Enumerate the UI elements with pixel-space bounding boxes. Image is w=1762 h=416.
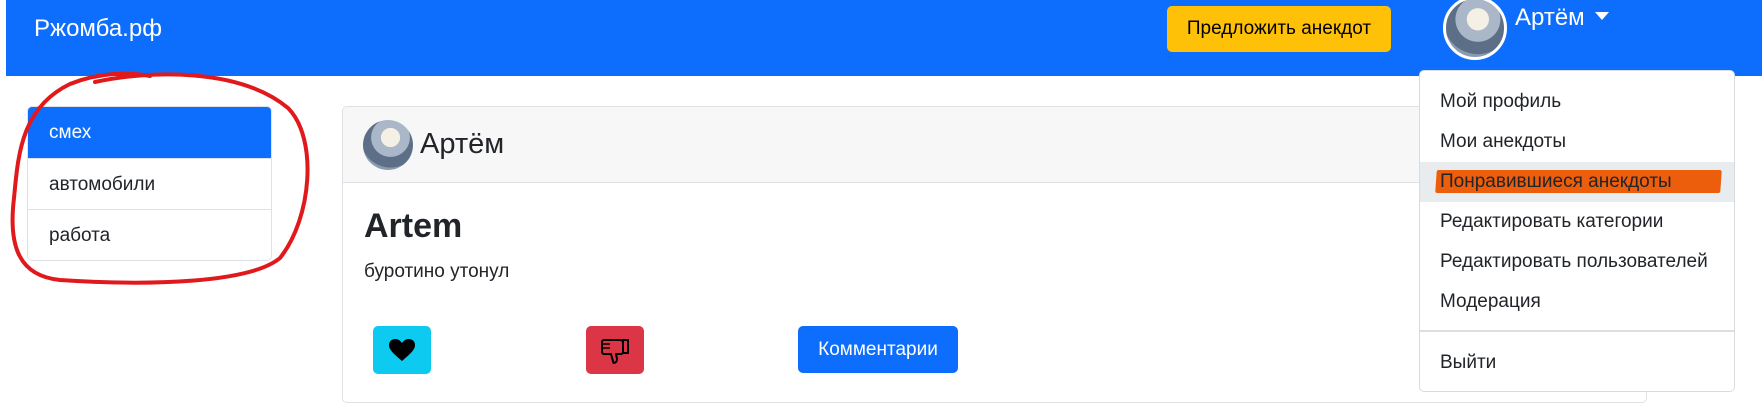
menu-item-moderation[interactable]: Модерация	[1420, 282, 1734, 322]
joke-author: Артём	[420, 128, 505, 160]
menu-item-label: Понравившиеся анекдоты	[1440, 171, 1672, 192]
author-avatar	[363, 119, 413, 170]
navbar: Ржомба.рф Предложить анекдот Артём	[6, 0, 1762, 76]
user-dropdown-menu: Мой профиль Мои анекдоты Понравившиеся а…	[1419, 70, 1735, 392]
like-button[interactable]	[373, 326, 431, 374]
menu-item-label: Редактировать категории	[1440, 211, 1664, 232]
category-item-laugh[interactable]: смех	[28, 107, 271, 158]
heart-icon	[389, 339, 415, 361]
dislike-button[interactable]	[586, 326, 644, 374]
category-item-cars[interactable]: автомобили	[28, 158, 271, 209]
menu-item-label: Мои анекдоты	[1440, 131, 1567, 152]
joke-title: Artem	[364, 207, 463, 245]
avatar	[1443, 0, 1507, 60]
caret-down-icon	[1594, 12, 1609, 20]
thumbs-down-icon	[601, 339, 629, 364]
comments-button[interactable]: Комментарии	[798, 326, 958, 373]
menu-item-label: Выйти	[1440, 352, 1497, 373]
menu-item-edit-categories[interactable]: Редактировать категории	[1420, 202, 1734, 242]
menu-item-my-profile[interactable]: Мой профиль	[1420, 82, 1734, 122]
user-menu-toggle[interactable]: Артём	[1443, 0, 1609, 62]
joke-text: буротино утонул	[364, 261, 510, 282]
menu-item-my-jokes[interactable]: Мои анекдоты	[1420, 122, 1734, 162]
menu-item-edit-users[interactable]: Редактировать пользователей	[1420, 242, 1734, 282]
menu-item-label: Редактировать пользователей	[1440, 251, 1708, 272]
menu-divider	[1420, 330, 1734, 332]
category-item-work[interactable]: работа	[28, 209, 271, 260]
menu-item-liked-jokes[interactable]: Понравившиеся анекдоты	[1420, 162, 1734, 202]
category-list: смех автомобили работа	[27, 106, 272, 261]
menu-item-label: Мой профиль	[1440, 91, 1562, 112]
menu-item-label: Модерация	[1440, 291, 1541, 312]
brand-logo[interactable]: Ржомба.рф	[34, 15, 162, 43]
suggest-joke-button[interactable]: Предложить анекдот	[1167, 6, 1391, 52]
menu-item-logout[interactable]: Выйти	[1420, 343, 1734, 383]
user-name: Артём	[1515, 4, 1585, 31]
